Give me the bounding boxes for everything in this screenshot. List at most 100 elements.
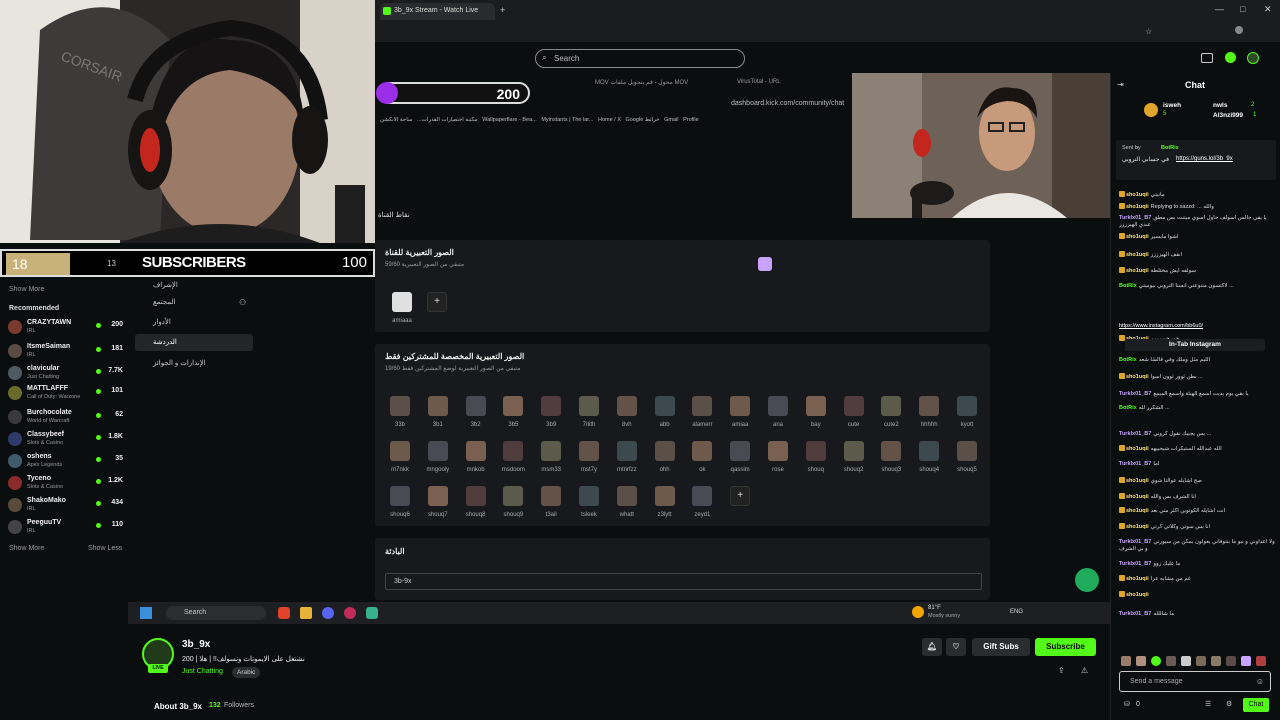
chat-username[interactable]: Turklx01_B7 xyxy=(1119,215,1151,221)
chat-username[interactable]: sho1uqii xyxy=(1126,524,1149,530)
emote-item[interactable]: 3b1 xyxy=(421,396,455,440)
nav-chat-active[interactable]: الدردشة xyxy=(135,334,253,351)
emote-icon[interactable] xyxy=(1211,656,1221,666)
show-more-top[interactable]: Show More xyxy=(9,286,44,293)
nav-alerts-rewards[interactable]: الإنذارات و الجوائز xyxy=(135,355,253,372)
emote-item[interactable]: alamerr xyxy=(685,396,719,440)
emote-item[interactable]: 7itith xyxy=(572,396,606,440)
chat-username[interactable]: BotRix xyxy=(1119,405,1137,411)
minimize-button[interactable]: — xyxy=(1215,4,1224,14)
emote-item[interactable]: t3ail xyxy=(534,486,568,530)
emote-item[interactable]: 3b5 xyxy=(496,396,530,440)
emote-icon[interactable] xyxy=(1136,656,1146,666)
emote-item[interactable]: shouq6 xyxy=(383,486,417,530)
recommended-channel[interactable]: clavicular Just Chatting 7.7K xyxy=(8,363,123,383)
emote-icon[interactable] xyxy=(1151,656,1161,666)
collapse-chat-icon[interactable]: ⇥ xyxy=(1117,80,1124,89)
report-icon[interactable]: ⚠ xyxy=(1081,666,1088,675)
chat-username[interactable]: Turklx01_B7 xyxy=(1119,431,1151,437)
emote-icon[interactable] xyxy=(1121,656,1131,666)
chat-username[interactable]: sho1uqii xyxy=(1126,508,1149,514)
emote-icon[interactable] xyxy=(1196,656,1206,666)
bookmark-virustotal[interactable]: VirusTotal - URL xyxy=(737,79,781,85)
emoji-picker-icon[interactable]: ☺ xyxy=(1256,677,1264,686)
show-more-button[interactable]: Show More xyxy=(9,545,44,552)
emote-item[interactable]: 8vh xyxy=(610,396,644,440)
emote-item[interactable]: whatt xyxy=(610,486,644,530)
chat-username[interactable]: sho1uqii xyxy=(1126,268,1149,274)
chat-username[interactable]: sho1uqii xyxy=(1126,192,1149,198)
bookmark-item[interactable]: Home / X xyxy=(598,117,621,123)
bookmark-item[interactable]: مكتبة اختصارات القدرات... xyxy=(417,117,478,123)
emote-item[interactable]: rose xyxy=(761,441,795,485)
notification-bell-icon[interactable]: 🔔︎ xyxy=(922,638,942,656)
recommended-channel[interactable]: CRAZYTAWN IRL 200 xyxy=(8,317,123,337)
emote-item[interactable]: tsleek xyxy=(572,486,606,530)
bookmark-item[interactable]: Myinstants | The lar... xyxy=(541,117,593,123)
close-window-button[interactable]: ✕ xyxy=(1264,4,1272,15)
emote-icon[interactable] xyxy=(1241,656,1251,666)
recommended-channel[interactable]: ItsmeSaiman IRL 181 xyxy=(8,341,123,361)
chat-points-icon[interactable]: ⛁ xyxy=(1124,700,1130,708)
emote-item[interactable]: 3b2 xyxy=(459,396,493,440)
emote-item[interactable]: abb xyxy=(648,396,682,440)
language-tag[interactable]: Arabic xyxy=(232,667,261,678)
emote-item[interactable]: mst7y xyxy=(572,441,606,485)
subscribe-button[interactable]: Subscribe xyxy=(1035,638,1096,656)
show-less-button[interactable]: Show Less xyxy=(88,545,122,552)
chat-username[interactable]: Turklx01_B7 xyxy=(1119,539,1151,545)
recommended-channel[interactable]: Tyceno Slots & Casino 1.2K xyxy=(8,473,123,493)
emote-icon[interactable] xyxy=(1256,656,1266,666)
emote-item[interactable]: amiaaa xyxy=(385,292,419,336)
address-bar[interactable]: ☆ xyxy=(375,22,1280,42)
follow-heart-icon[interactable]: ♡ xyxy=(946,638,966,656)
chat-username[interactable]: sho1uqii xyxy=(1126,234,1149,240)
emote-icon[interactable] xyxy=(1226,656,1236,666)
add-user-icon[interactable]: ⚇ xyxy=(239,298,246,307)
user-avatar[interactable] xyxy=(1247,52,1259,64)
chat-username[interactable]: sho1uqii xyxy=(1126,478,1149,484)
emote-item[interactable]: ok xyxy=(685,441,719,485)
emote-item[interactable]: amiaa xyxy=(723,396,757,440)
emote-item[interactable]: 33b xyxy=(383,396,417,440)
bookmark-item[interactable]: Wallpaperflare - Bea... xyxy=(482,117,537,123)
emote-item[interactable]: 3b9 xyxy=(534,396,568,440)
language-indicator[interactable]: ENG xyxy=(1010,609,1023,615)
kick-coin-icon[interactable] xyxy=(1225,52,1236,63)
bookmark-mov[interactable]: MOV محول - قم بتحويل ملفات MOV xyxy=(595,79,688,86)
emote-item[interactable]: z3lytt xyxy=(648,486,682,530)
bookmark-item[interactable]: Gmail xyxy=(664,117,678,123)
brave-icon[interactable] xyxy=(278,607,290,619)
file-explorer-icon[interactable] xyxy=(300,607,312,619)
chat-username[interactable]: BotRix xyxy=(1119,357,1137,363)
chat-link[interactable]: https://www.instagram.com/bb6u0/ xyxy=(1119,323,1275,330)
emote-icon[interactable] xyxy=(1166,656,1176,666)
bookmark-item[interactable]: ساحة الانكشن xyxy=(380,117,413,123)
chat-username[interactable]: Turklx01_B7 xyxy=(1119,561,1151,567)
nav-roles[interactable]: الأدوار xyxy=(135,314,253,331)
emote-item[interactable]: mnkob xyxy=(459,441,493,485)
windows-start-icon[interactable] xyxy=(140,607,152,619)
gift-subs-button[interactable]: Gift Subs xyxy=(972,638,1030,656)
browser-tab[interactable]: 3b_9x Stream - Watch Live xyxy=(380,3,495,20)
emote-item[interactable]: qassim xyxy=(723,441,757,485)
emote-item[interactable]: hhhhh xyxy=(912,396,946,440)
new-tab-button[interactable]: + xyxy=(500,5,505,15)
chat-send-button[interactable]: Chat xyxy=(1243,698,1269,712)
chat-username[interactable]: sho1uqii xyxy=(1126,446,1149,452)
emote-item[interactable]: msdoom xyxy=(496,441,530,485)
stream-category[interactable]: Just Chatting xyxy=(182,668,223,675)
maximize-button[interactable]: □ xyxy=(1240,4,1245,14)
emote-item[interactable]: shouq2 xyxy=(837,441,871,485)
emote-item[interactable]: shouq8 xyxy=(459,486,493,530)
chat-username[interactable]: Turklx01_B7 xyxy=(1119,611,1151,617)
chat-users-icon[interactable]: ☰ xyxy=(1205,700,1211,708)
recommended-channel[interactable]: MATTLAFFF Call of Duty: Warzone 101 xyxy=(8,383,123,403)
nav-moderation[interactable]: الإشراف xyxy=(135,277,253,294)
emote-item[interactable]: ohh xyxy=(648,441,682,485)
emote-item[interactable]: shouq5 xyxy=(950,441,984,485)
chat-username[interactable]: sho1uqii xyxy=(1126,204,1149,210)
chat-username[interactable]: sho1uqii xyxy=(1126,576,1149,582)
emote-item[interactable]: shouq7 xyxy=(421,486,455,530)
prefix-input[interactable]: 3b-9x xyxy=(385,573,982,590)
